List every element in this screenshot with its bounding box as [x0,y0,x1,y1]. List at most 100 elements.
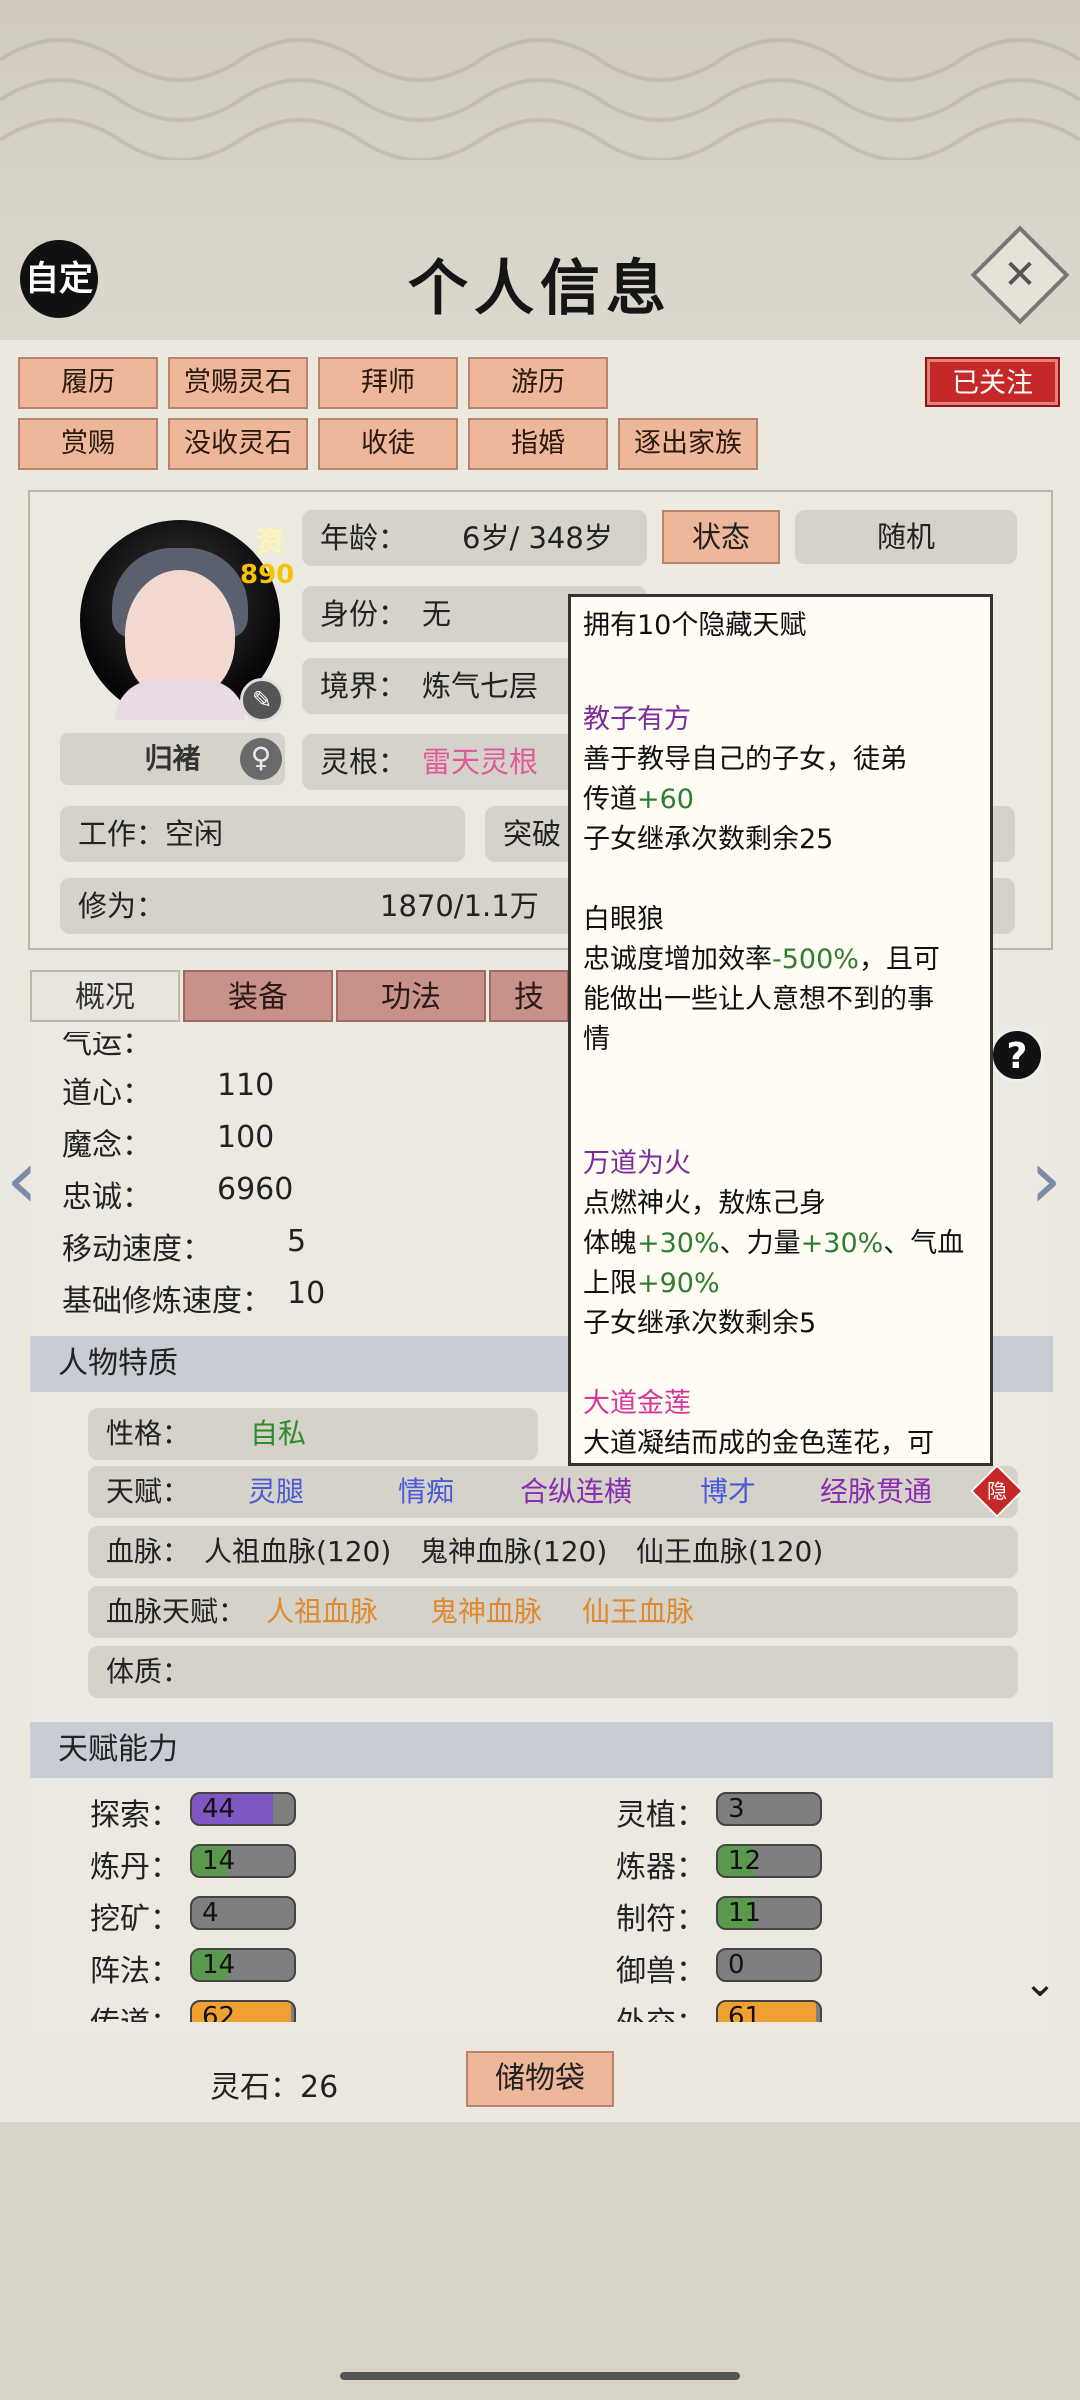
ability-bar: 3 [716,1792,822,1826]
talent-3[interactable]: 合纵连横 [520,1466,632,1518]
tooltip-t3-line4: 子女继承次数剩余5 [583,1308,817,1339]
talent-5[interactable]: 经脉贯通 [820,1466,932,1518]
spirit-stone-count: 灵石：26 [210,2070,339,2105]
ability-value: 11 [728,1898,762,1928]
prev-arrow-icon[interactable]: ‹ [6,1140,46,1220]
identity-value: 无 [422,597,452,631]
tooltip-t2-line3: 情 [583,1024,610,1055]
physique-row: 体质： [88,1646,1018,1698]
talent-4[interactable]: 博才 [700,1466,756,1518]
tab-equipment[interactable]: 装备 [183,970,333,1022]
tooltip-t3-line1: 点燃神火，敖炼己身 [583,1188,826,1219]
accept-disciple-button[interactable]: 收徒 [318,418,458,470]
ability-value: 44 [202,1794,236,1824]
ability-bar: 44 [190,1792,296,1826]
state-button[interactable]: 状态 [662,510,780,564]
root-value: 雷天灵根 [422,745,539,779]
age-value: 6岁/ 348岁 [462,521,613,555]
aptitude-value: 890 [240,560,295,590]
tab-overview[interactable]: 概况 [30,970,180,1022]
abilities-section-title: 天赋能力 [30,1722,1053,1778]
ability-label: 炼器： [616,1850,706,1885]
tooltip-t4-line1: 大道凝结而成的金色莲花，可 [583,1428,934,1459]
tooltip-t4-name: 大道金莲 [583,1388,691,1419]
tooltip-t1-line3: 子女继承次数剩余25 [583,824,834,855]
ability-bar: 14 [190,1948,296,1982]
hidden-talent-tooltip: 拥有10个隐藏天赋 教子有方 善于教导自己的子女，徒弟 传道+60 子女继承次数… [568,594,993,1466]
ability-bar: 0 [716,1948,822,1982]
reward-button[interactable]: 赏赐 [18,418,158,470]
talent-1[interactable]: 灵腿 [248,1466,304,1518]
identity-label: 身份： [320,597,408,631]
tab-skills[interactable]: 技 [489,970,569,1022]
help-icon[interactable]: ? [990,1028,1044,1082]
tooltip-t2-name: 白眼狼 [583,904,664,935]
female-icon: ♀ [240,738,282,780]
ability-value: 14 [202,1846,236,1876]
ability-label: 炼丹： [90,1850,180,1885]
confiscate-stone-button[interactable]: 没收灵石 [168,418,308,470]
ability-bar: 11 [716,1896,822,1930]
personality-row: 性格： 自私 [88,1408,538,1460]
bloodline-row: 血脉： 人祖血脉(120) 鬼神血脉(120) 仙王血脉(120) [88,1526,1018,1578]
root-label: 灵根： [320,745,408,779]
close-icon: ✕ [1003,252,1037,298]
stat-dao-heart: 道心： 110 [62,1068,275,1111]
tooltip-t1-line1: 善于教导自己的子女，徒弟 [583,744,907,775]
followed-badge[interactable]: 已关注 [925,357,1060,407]
cultivation-label: 修为： [78,889,166,923]
brush-icon[interactable]: ✎ [240,678,284,722]
realm-label: 境界： [320,669,408,703]
stat-speed: 移动速度： 5 [62,1224,307,1267]
bottom-background [0,2122,1080,2400]
storage-bag-button[interactable]: 储物袋 [466,2051,614,2107]
ability-bar: 14 [190,1844,296,1878]
apprentice-button[interactable]: 拜师 [318,357,458,409]
ability-label: 灵植： [616,1798,706,1833]
expel-button[interactable]: 逐出家族 [618,418,758,470]
resume-button[interactable]: 履历 [18,357,158,409]
tooltip-t1-name: 教子有方 [583,704,691,735]
tab-techniques[interactable]: 功法 [336,970,486,1022]
ability-label: 御兽： [616,1954,706,1989]
page-title: 个人信息 [408,254,672,324]
breakthrough-label: 突破 [503,817,562,851]
tooltip-t3-line3: 上限+90% [583,1268,720,1299]
tooltip-t2-line2: 能做出一些让人意想不到的事 [583,984,934,1015]
bloodline-talent-row: 血脉天赋： 人祖血脉 鬼神血脉 仙王血脉 [88,1586,1018,1638]
home-indicator[interactable] [340,2372,740,2380]
tooltip-t3-line2: 体魄+30%、力量+30%、气血 [583,1228,965,1259]
stat-loyalty: 忠诚： 6960 [62,1172,294,1215]
travel-button[interactable]: 游历 [468,357,608,409]
ability-label: 制符： [616,1902,706,1937]
ability-value: 3 [728,1794,745,1824]
stat-demon: 魔念： 100 [62,1120,275,1163]
age-label: 年龄： [320,521,408,555]
reward-stone-button[interactable]: 赏赐灵石 [168,357,308,409]
realm-value: 炼气七层 [422,669,539,703]
age-field: 年龄： 6岁/ 348岁 [302,510,647,566]
talent-2[interactable]: 情痴 [398,1466,454,1518]
stat-cultivation-speed: 基础修炼速度： 10 [62,1276,326,1319]
ability-label: 阵法： [90,1954,180,1989]
work-label: 工作：空闲 [78,817,224,851]
random-button[interactable]: 随机 [795,510,1017,564]
wave-pattern [0,38,1080,160]
tooltip-t3-name: 万道为火 [583,1148,691,1179]
ability-label: 探索： [90,1798,180,1833]
chevron-down-icon[interactable]: ⌄ [1010,1960,1070,2006]
content-bottom-edge [28,2022,1053,2032]
next-arrow-icon[interactable]: › [1030,1140,1070,1220]
tooltip-t1-line2: 传道+60 [583,784,694,815]
avatar-body [115,680,245,720]
tooltip-t2-line1: 忠诚度增加效率-500%，且可 [583,944,940,975]
ability-bar: 4 [190,1896,296,1930]
ability-value: 14 [202,1950,236,1980]
ability-bar: 12 [716,1844,822,1878]
ability-value: 4 [202,1898,219,1928]
cultivation-value: 1870/1.1万 [380,889,539,923]
ability-value: 12 [728,1846,762,1876]
arrange-marriage-button[interactable]: 指婚 [468,418,608,470]
work-field: 工作：空闲 [60,806,465,862]
tooltip-header: 拥有10个隐藏天赋 [583,610,807,641]
